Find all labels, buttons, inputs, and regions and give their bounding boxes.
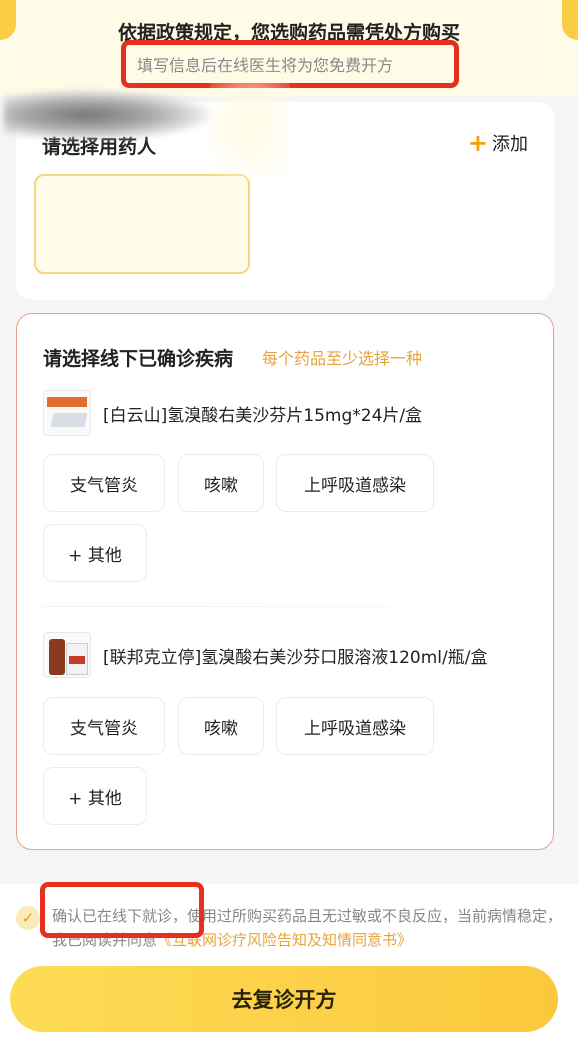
divider bbox=[43, 606, 527, 607]
consent-checkbox[interactable]: ✓ bbox=[16, 906, 40, 930]
drug-image bbox=[43, 632, 91, 678]
disease-tag[interactable]: 咳嗽 bbox=[178, 454, 264, 512]
add-patient-label: 添加 bbox=[492, 134, 528, 155]
other-disease-button[interactable]: + 其他 bbox=[43, 524, 147, 582]
patient-chip[interactable] bbox=[34, 174, 250, 274]
other-disease-button[interactable]: + 其他 bbox=[43, 767, 147, 825]
drug-name: [联邦克立停]氢溴酸右美沙芬口服溶液120ml/瓶/盒 bbox=[103, 647, 488, 668]
drug-item: [白云山]氢溴酸右美沙芬片15mg*24片/盒 bbox=[43, 390, 422, 436]
disease-tag[interactable]: 支气管炎 bbox=[43, 697, 165, 755]
highlight-box bbox=[40, 882, 204, 938]
plus-icon: + bbox=[467, 129, 488, 157]
redaction-glow bbox=[210, 70, 290, 180]
disease-section-title: 请选择线下已确诊疾病 bbox=[43, 348, 234, 370]
disease-tag[interactable]: 上呼吸道感染 bbox=[276, 454, 434, 512]
disease-tag[interactable]: 咳嗽 bbox=[178, 697, 264, 755]
check-icon: ✓ bbox=[21, 909, 35, 927]
disease-tag[interactable]: 支气管炎 bbox=[43, 454, 165, 512]
highlight-box bbox=[121, 40, 459, 88]
drug-name: [白云山]氢溴酸右美沙芬片15mg*24片/盒 bbox=[103, 405, 423, 426]
disease-card: 请选择线下已确诊疾病 每个药品至少选择一种 [白云山]氢溴酸右美沙芬片15mg*… bbox=[16, 313, 554, 850]
drug-image bbox=[43, 390, 91, 436]
redacted-patient-name bbox=[4, 90, 210, 140]
drug-item: [联邦克立停]氢溴酸右美沙芬口服溶液120ml/瓶/盒 bbox=[43, 632, 487, 678]
go-prescription-button[interactable]: 去复诊开方 bbox=[10, 966, 558, 1032]
disease-hint: 每个药品至少选择一种 bbox=[262, 349, 423, 368]
disease-tag[interactable]: 上呼吸道感染 bbox=[276, 697, 434, 755]
add-patient-button[interactable]: + 添加 bbox=[468, 130, 528, 156]
